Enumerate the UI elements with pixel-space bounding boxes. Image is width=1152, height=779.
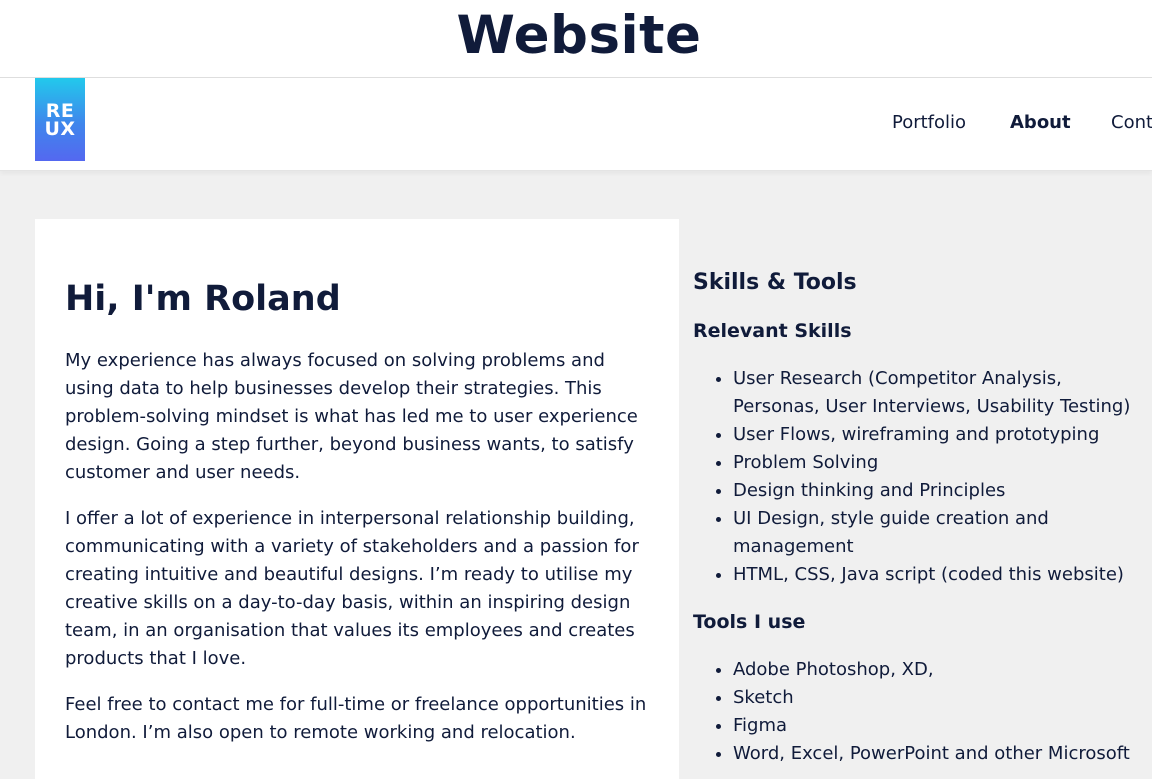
nav-link-contact[interactable]: Cont [1111, 111, 1152, 135]
nav-link-about[interactable]: About [1010, 111, 1071, 135]
about-heading: Hi, I'm Roland [65, 279, 341, 319]
about-paragraph-1: My experience has always focused on solv… [65, 350, 638, 483]
about-card: Hi, I'm Roland My experience has always … [35, 219, 679, 779]
list-item: User Flows, wireframing and prototyping [733, 421, 1152, 449]
list-item: Sketch [733, 684, 1152, 712]
list-item: Word, Excel, PowerPoint and other Micros… [733, 740, 1152, 768]
list-item: HTML, CSS, Java script (coded this websi… [733, 561, 1152, 589]
list-item: Design thinking and Principles [733, 477, 1152, 505]
tools-list: Adobe Photoshop, XD, Sketch Figma Word, … [693, 656, 1152, 768]
relevant-skills-list: User Research (Competitor Analysis, Pers… [693, 365, 1152, 589]
list-item: UI Design, style guide creation and mana… [733, 505, 1152, 561]
logo-text-line2: UX [44, 117, 76, 140]
navbar: RE UX Portfolio About Cont [0, 78, 1152, 171]
list-item: Adobe Photoshop, XD, [733, 656, 1152, 684]
logo[interactable]: RE UX [35, 78, 85, 161]
about-paragraph-2: I offer a lot of experience in interpers… [65, 508, 639, 669]
relevant-skills-heading: Relevant Skills [693, 320, 852, 342]
list-item: Problem Solving [733, 449, 1152, 477]
site-title: Website [456, 5, 702, 66]
skills-heading: Skills & Tools [693, 270, 857, 295]
about-paragraph-3: Feel free to contact me for full-time or… [65, 694, 647, 743]
nav-link-portfolio[interactable]: Portfolio [892, 111, 966, 135]
list-item: Figma [733, 712, 1152, 740]
list-item: User Research (Competitor Analysis, Pers… [733, 365, 1152, 421]
title-bar: Website [0, 0, 1152, 78]
logo-text-line1: RE [45, 99, 75, 122]
tools-heading: Tools I use [693, 611, 806, 633]
